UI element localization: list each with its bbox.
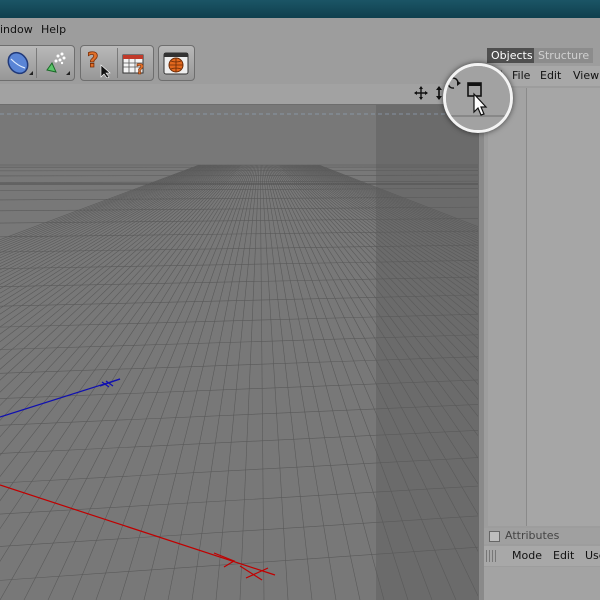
toolbar-group-render xyxy=(158,45,195,81)
window-titlebar xyxy=(0,0,600,18)
toolbar-separator xyxy=(36,48,37,78)
viewport-header xyxy=(0,84,484,105)
object-list[interactable] xyxy=(488,88,527,526)
svg-text:?: ? xyxy=(87,48,99,72)
menu-file[interactable]: File xyxy=(512,69,530,82)
menu-edit-attributes[interactable]: Edit xyxy=(553,549,574,562)
menu-window[interactable]: indow xyxy=(0,23,33,36)
menu-view[interactable]: View xyxy=(573,69,599,82)
tab-objects[interactable]: Objects xyxy=(487,48,537,63)
magnifier-callout xyxy=(443,63,513,133)
menu-help[interactable]: Help xyxy=(41,23,66,36)
menu-use[interactable]: Use xyxy=(585,549,600,562)
particles-icon[interactable] xyxy=(40,48,70,78)
tab-structure[interactable]: Structure xyxy=(534,48,594,63)
attributes-titlebar: Attributes xyxy=(484,528,600,544)
grip-handle[interactable] xyxy=(486,550,498,562)
main-toolbar: ? ? xyxy=(0,42,484,84)
render-globe-icon[interactable] xyxy=(161,48,191,78)
deformer-icon[interactable] xyxy=(3,48,33,78)
toolbar-group-help: ? ? xyxy=(80,45,154,81)
help-pointer-icon[interactable]: ? xyxy=(84,48,114,79)
attributes-content xyxy=(484,567,600,600)
main-menubar: indow Help xyxy=(0,18,600,42)
attributes-menubar: Mode Edit Use xyxy=(484,546,600,566)
attributes-title: Attributes xyxy=(505,529,560,542)
menu-edit[interactable]: Edit xyxy=(540,69,561,82)
object-list-columns[interactable] xyxy=(527,88,600,526)
menu-mode[interactable]: Mode xyxy=(512,549,542,562)
svg-text:?: ? xyxy=(136,62,144,78)
3d-viewport[interactable] xyxy=(0,105,478,600)
move-view-icon[interactable] xyxy=(414,86,428,100)
maximize-view-icon[interactable] xyxy=(465,80,478,93)
toolbar-group-objects xyxy=(0,45,75,81)
toolbar-separator xyxy=(117,48,118,78)
right-panel: Objects Structure File Edit View Attribu… xyxy=(484,42,600,600)
help-table-icon[interactable]: ? xyxy=(120,48,150,78)
panel-checkbox[interactable] xyxy=(489,531,500,542)
